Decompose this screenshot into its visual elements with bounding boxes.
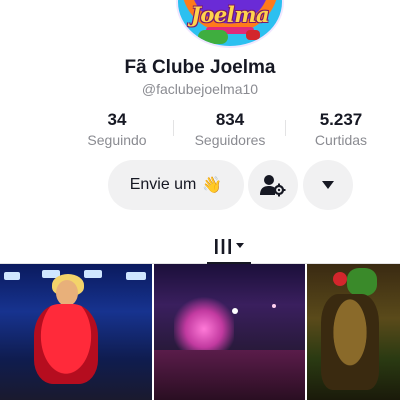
stat-following-label: Seguindo	[87, 132, 147, 148]
send-message-label: Envie um	[129, 176, 197, 193]
stat-followers[interactable]: 834 Seguidores	[180, 110, 280, 148]
avatar-logo-text: Joelma	[190, 2, 270, 27]
videos-grid-icon	[214, 239, 231, 254]
tab-videos[interactable]	[205, 228, 251, 264]
costume-detail	[333, 272, 347, 286]
wave-emoji-icon: 👋	[202, 177, 223, 194]
avatar[interactable]: Joelma	[176, 0, 284, 48]
performer-head	[56, 280, 78, 306]
stat-likes-label: Curtidas	[314, 132, 368, 148]
profile-handle: @faclubejoelma10	[141, 81, 259, 97]
stat-divider	[173, 120, 174, 136]
dancer-figure	[321, 294, 379, 390]
caret-down-icon	[322, 181, 334, 189]
video-thumbnail[interactable]	[0, 264, 152, 400]
costume-headpiece	[347, 268, 377, 296]
profile-display-name: Fã Clube Joelma	[124, 57, 276, 78]
stat-likes[interactable]: 5.237 Curtidas	[291, 110, 391, 148]
stat-divider	[285, 120, 286, 136]
avatar-decoration	[246, 30, 260, 40]
stat-following-count: 34	[107, 110, 127, 129]
video-thumbnail[interactable]	[307, 264, 400, 400]
person-gear-icon	[260, 175, 286, 197]
stage-light	[84, 270, 102, 278]
stat-following[interactable]: 34 Seguindo	[67, 110, 167, 148]
stat-followers-label: Seguidores	[194, 132, 266, 148]
stage-floor	[154, 350, 305, 400]
video-thumbnail[interactable]	[154, 264, 305, 400]
stage-light	[232, 308, 238, 314]
stage-light	[272, 304, 276, 308]
send-message-button[interactable]: Envie um 👋	[108, 160, 244, 210]
stage-light	[126, 272, 146, 280]
avatar-decoration	[198, 30, 228, 44]
stat-followers-count: 834	[215, 110, 245, 129]
tab-caret-down-icon	[235, 243, 244, 248]
stat-likes-count: 5.237	[319, 110, 363, 129]
stage-light	[4, 272, 20, 280]
suggested-accounts-button[interactable]	[248, 160, 298, 210]
profile-stats: 34 Seguindo 834 Seguidores 5.237 Curtida…	[60, 110, 380, 152]
more-options-button[interactable]	[303, 160, 353, 210]
video-grid	[0, 264, 400, 400]
profile-tab-bar	[0, 222, 400, 264]
performer-dress	[34, 304, 98, 384]
